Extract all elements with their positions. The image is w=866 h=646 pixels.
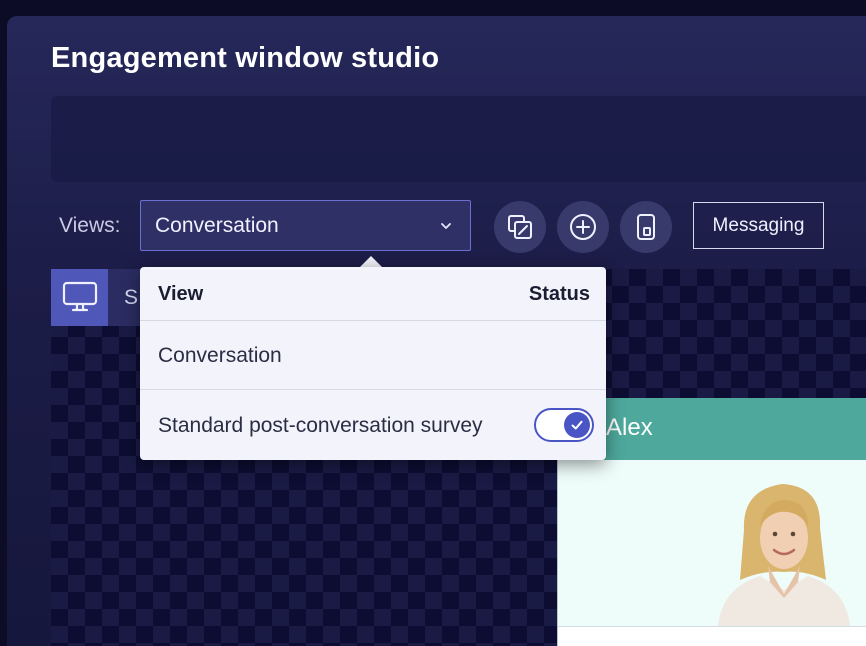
desktop-monitor-icon [62, 281, 97, 311]
chevron-down-icon [441, 223, 451, 229]
checkmark-icon [571, 420, 583, 430]
agent-name: Alex [606, 414, 653, 441]
canvas-tab-label: S [124, 286, 139, 309]
copy-edit-icon [508, 215, 532, 239]
agent-avatar [718, 484, 850, 626]
desktop-view-tab[interactable] [51, 269, 108, 326]
page-title: Engagement window studio [51, 42, 440, 74]
device-preview-button[interactable] [620, 201, 672, 253]
views-dropdown-panel: View Status Conversation Standard post-c… [140, 267, 606, 460]
dropdown-option-survey[interactable]: Standard post-conversation survey [140, 391, 606, 460]
dropdown-option-conversation[interactable]: Conversation [140, 321, 606, 390]
option-label: Conversation [158, 344, 282, 367]
messaging-button[interactable]: Messaging [693, 202, 824, 249]
preview-footer [558, 626, 866, 646]
plus-circle-icon [570, 214, 596, 240]
header-band [51, 96, 866, 182]
dropdown-caret [360, 256, 382, 267]
survey-status-toggle[interactable] [534, 408, 594, 442]
column-header-view: View [158, 283, 204, 305]
views-select[interactable]: Conversation [140, 200, 471, 251]
option-label: Standard post-conversation survey [158, 414, 483, 437]
add-view-button[interactable] [557, 201, 609, 253]
column-header-status: Status [528, 283, 590, 305]
views-select-value: Conversation [155, 213, 279, 237]
toggle-knob [564, 412, 590, 438]
dropdown-header: View Status [140, 267, 606, 321]
tablet-icon [637, 214, 655, 240]
views-label: Views: [59, 214, 121, 237]
copy-edit-button[interactable] [494, 201, 546, 253]
